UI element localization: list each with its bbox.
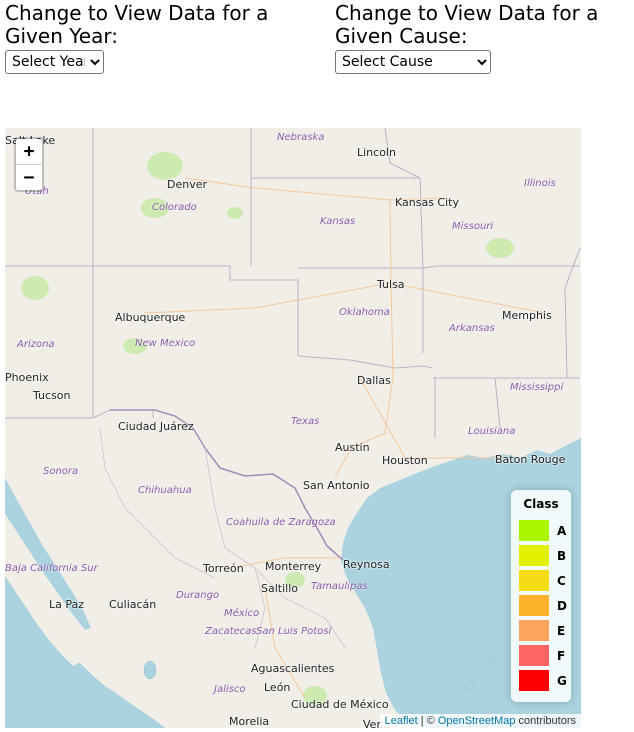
city-label: Aguascalientes (251, 662, 335, 675)
region-label: Arizona (17, 339, 55, 350)
city-label: Culiacán (109, 598, 157, 611)
region-label: Sonora (43, 466, 79, 477)
legend-item: G (519, 670, 567, 692)
city-label: Reynosa (343, 558, 390, 571)
attribution-suffix: contributors (515, 715, 576, 727)
region-label: Louisiana (468, 426, 516, 437)
year-heading: Change to View Data for a Given Year: (5, 1, 269, 48)
city-label: Denver (167, 178, 208, 191)
region-label: Texas (291, 416, 320, 427)
city-label: Tulsa (377, 278, 405, 291)
legend-title: Class (523, 497, 559, 511)
city-label: Tucson (33, 389, 71, 402)
legend-label: F (557, 649, 566, 663)
zoom-in-button[interactable]: + (16, 139, 42, 165)
legend-item: F (519, 645, 567, 667)
city-label: Saltillo (261, 582, 298, 595)
legend-item: E (519, 620, 567, 642)
city-label: Phoenix (5, 371, 49, 384)
legend-swatch (519, 670, 549, 691)
city-label: Baton Rouge (495, 453, 566, 466)
legend-label: D (557, 599, 567, 613)
city-label: Lincoln (357, 146, 396, 159)
legend-swatch (519, 595, 549, 616)
legend-item: B (519, 545, 567, 567)
region-label: Nebraska (277, 132, 325, 143)
region-label: Durango (176, 590, 220, 601)
region-label: Kansas (320, 216, 356, 227)
region-label: Mississippi (510, 382, 564, 393)
map[interactable]: Salt LakeLincolnDenverKansas CityTulsaAl… (5, 128, 581, 728)
region-label: Missouri (452, 221, 494, 232)
city-label: León (264, 681, 291, 694)
city-label: San Antonio (303, 479, 370, 492)
leaflet-link[interactable]: Leaflet (385, 715, 418, 727)
region-label: Jalisco (214, 684, 246, 695)
city-label: Dallas (357, 374, 391, 387)
legend-item: D (519, 595, 567, 617)
region-label: México (224, 608, 260, 619)
region-label: Arkansas (449, 323, 495, 334)
city-label: Monterrey (265, 560, 322, 573)
attribution: Leaflet | © OpenStreetMap contributors (379, 714, 581, 728)
year-control: Change to View Data for a Given Year: Se… (5, 2, 315, 74)
zoom-control: + − (14, 137, 44, 192)
legend-swatch (519, 545, 549, 566)
legend-swatch (519, 520, 549, 541)
legend-label: E (557, 624, 566, 638)
year-select[interactable]: Select Year (5, 50, 104, 74)
region-label: New Mexico (135, 338, 196, 349)
region-label: Illinois (524, 178, 556, 189)
region-label: Zacatecas (205, 626, 257, 637)
legend-label: G (557, 674, 567, 688)
legend-label: C (557, 574, 566, 588)
legend-item: A (519, 520, 567, 542)
city-label: Memphis (502, 309, 552, 322)
legend-item: C (519, 570, 567, 592)
region-label: Coahuila de Zaragoza (226, 517, 336, 528)
zoom-out-button[interactable]: − (16, 165, 42, 190)
city-label: Kansas City (395, 196, 459, 209)
legend: Class ABCDEFG (511, 490, 571, 702)
attribution-separator: | © (417, 715, 438, 727)
cause-heading: Change to View Data for a Given Cause: (335, 1, 599, 48)
city-label: Austin (335, 441, 370, 454)
region-label: Colorado (152, 202, 197, 213)
legend-swatch (519, 620, 549, 641)
city-label: Albuquerque (115, 311, 186, 324)
region-label: Baja California Sur (5, 563, 98, 574)
region-label: San Luis Potosí (256, 626, 332, 637)
city-label: Ciudad Juárez (118, 420, 194, 433)
region-label: Chihuahua (138, 485, 192, 496)
legend-swatch (519, 570, 549, 591)
osm-link[interactable]: OpenStreetMap (438, 715, 516, 727)
cause-select[interactable]: Select Cause (335, 50, 491, 74)
region-label: Oklahoma (339, 307, 390, 318)
city-label: Torreón (203, 562, 244, 575)
city-label: Morelia (229, 715, 270, 728)
city-label: La Paz (49, 598, 85, 611)
cause-control: Change to View Data for a Given Cause: S… (335, 2, 634, 74)
legend-label: B (557, 549, 567, 563)
city-label: Houston (382, 454, 428, 467)
legend-label: A (557, 524, 567, 538)
city-label: Ciudad de México (291, 698, 389, 711)
region-label: Tamaulipas (311, 581, 368, 592)
legend-swatch (519, 645, 549, 666)
